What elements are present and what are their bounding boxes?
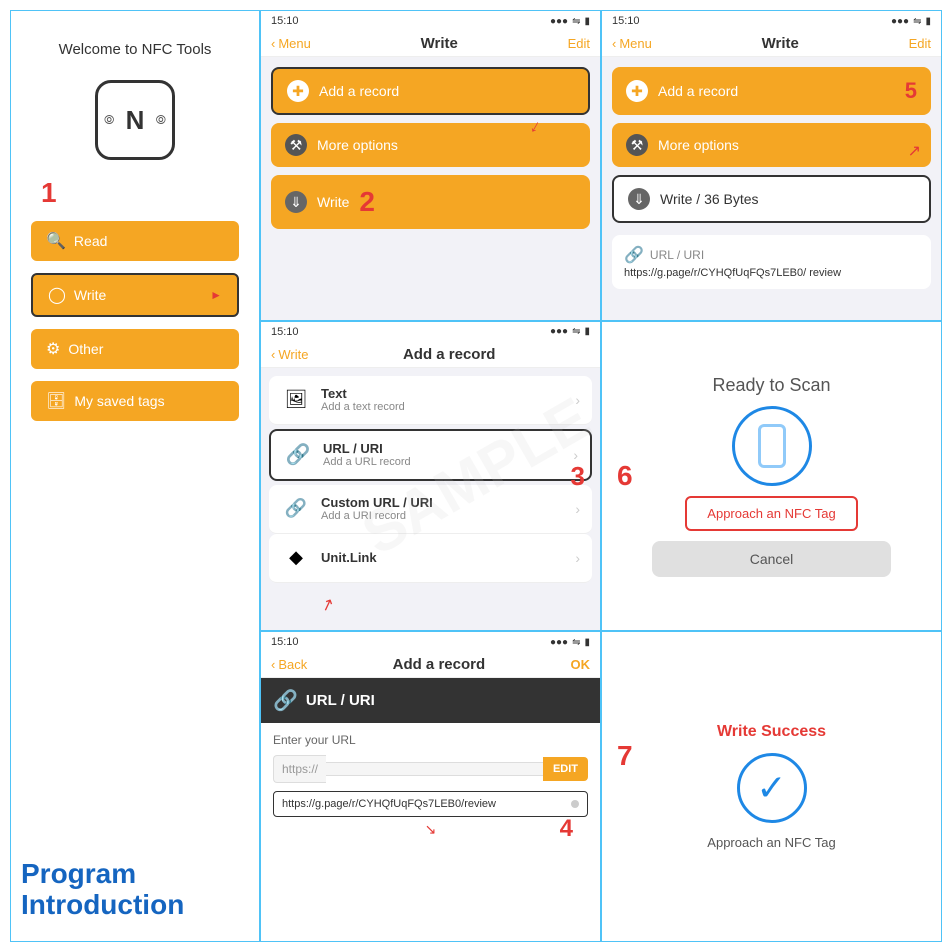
nav-bar-2: ‹ Menu Write Edit [261, 31, 600, 57]
cancel-btn[interactable]: Cancel [652, 541, 891, 577]
panel-welcome: Welcome to NFC Tools ⦾ N ⦾ 1 🔍 Read ◯ Wr… [10, 10, 260, 942]
status-bar-4: 15:10 ●●● ⇋ ▮ [261, 632, 600, 652]
custom-link-icon: 🔗 [281, 494, 311, 524]
write-bytes-screen: 15:10 ●●● ⇋ ▮ ‹ Menu Write Edit ✚ Add a … [602, 11, 941, 320]
link-icon-5: 🔗 [624, 245, 644, 265]
step-4-label: 4 [560, 815, 573, 843]
panel-ready-scan: 6 Ready to Scan Approach an NFC Tag Canc… [601, 321, 942, 632]
step-6-label: 6 [617, 460, 633, 492]
url-form: Enter your URL https:// EDIT https://g.p… [261, 723, 600, 848]
back-menu-2[interactable]: ‹ Menu [271, 36, 311, 51]
nav-bar-4: ‹ Back Add a record OK [261, 652, 600, 678]
other-icon: ⚙ [46, 339, 60, 359]
panel-write-success: 7 Write Success ✓ Approach an NFC Tag [601, 631, 942, 942]
download-icon-5: ⇓ [628, 188, 650, 210]
more-options-btn-2[interactable]: ⚒ More options [271, 123, 590, 167]
status-icons-4: ●●● ⇋ ▮ [550, 637, 590, 648]
arrow-3: ↗ [318, 594, 337, 617]
other-button[interactable]: ⚙ Other [31, 329, 239, 369]
more-options-btn-5[interactable]: ⚒ More options [612, 123, 931, 167]
main-grid: Welcome to NFC Tools ⦾ N ⦾ 1 🔍 Read ◯ Wr… [10, 10, 942, 942]
success-circle: ✓ [737, 753, 807, 823]
arrow-5: ↗ [908, 141, 921, 161]
status-icons-3: ●●● ⇋ ▮ [550, 326, 590, 337]
text-record-item[interactable]: 🖼 Text Add a text record › [269, 376, 592, 425]
status-bar-2: 15:10 ●●● ⇋ ▮ [261, 11, 600, 31]
phone-outline [758, 424, 786, 468]
nav-bar-5: ‹ Menu Write Edit [602, 31, 941, 57]
saved-tags-button[interactable]: 🗄 My saved tags [31, 381, 239, 421]
nav-bar-3: ‹ Write Add a record [261, 342, 600, 368]
write-btn-2[interactable]: ⇓ Write 2 [271, 175, 590, 229]
status-bar-5: 15:10 ●●● ⇋ ▮ [602, 11, 941, 31]
status-icons-2: ●●● ⇋ ▮ [550, 16, 590, 27]
write-bytes-content: ✚ Add a record 5 ⚒ More options ⇓ Write … [602, 57, 941, 320]
step-7-label: 7 [617, 740, 633, 772]
url-input-row: https:// EDIT [273, 755, 588, 783]
download-icon-2: ⇓ [285, 191, 307, 213]
read-button[interactable]: 🔍 Read [31, 221, 239, 261]
panel-add-record: 15:10 ●●● ⇋ ▮ ‹ Write Add a record 🖼 Tex… [260, 321, 601, 632]
status-icons-5: ●●● ⇋ ▮ [891, 16, 931, 27]
n-letter: N [126, 105, 145, 136]
custom-url-item[interactable]: 🔗 Custom URL / URI Add a URI record › [269, 485, 592, 534]
scan-circle [732, 406, 812, 486]
back-write-3[interactable]: ‹ Write [271, 347, 308, 362]
chevron-custom: › [575, 501, 580, 517]
url-record-item[interactable]: 🔗 URL / URI Add a URL record › [269, 429, 592, 481]
chevron-text: › [575, 392, 580, 408]
approach-nfc-btn[interactable]: Approach an NFC Tag [685, 496, 857, 531]
step-5-label: 5 [905, 78, 917, 104]
status-bar-3: 15:10 ●●● ⇋ ▮ [261, 322, 600, 342]
program-intro: ProgramIntroduction [21, 859, 184, 921]
write-arrow: ► [210, 288, 222, 302]
url-uri-record: 🔗 URL / URI https://g.page/r/CYHQfUqFQs7… [612, 235, 931, 289]
program-text: ProgramIntroduction [21, 859, 184, 921]
write-bytes-btn[interactable]: ⇓ Write / 36 Bytes [612, 175, 931, 223]
chevron-unit: › [575, 550, 580, 566]
unit-link-item[interactable]: ◆ Unit.Link › [269, 534, 592, 583]
write-screen-content: ✚ Add a record ⚒ More options ⇓ Write 2 … [261, 57, 600, 320]
link-icon-3: 🔗 [283, 440, 313, 470]
wrench-icon-5: ⚒ [626, 134, 648, 156]
panel-write: 15:10 ●●● ⇋ ▮ ‹ Menu Write Edit ✚ Add a … [260, 10, 601, 321]
panel-write-bytes: 15:10 ●●● ⇋ ▮ ‹ Menu Write Edit ✚ Add a … [601, 10, 942, 321]
add-record-phone-screen: 15:10 ●●● ⇋ ▮ ‹ Write Add a record 🖼 Tex… [261, 322, 600, 631]
panel-url-input: 15:10 ●●● ⇋ ▮ ‹ Back Add a record OK 🔗 U… [260, 631, 601, 942]
url-text-area [326, 762, 543, 776]
url-dark-header: 🔗 URL / URI [261, 678, 600, 723]
url-input-screen: 15:10 ●●● ⇋ ▮ ‹ Back Add a record OK 🔗 U… [261, 632, 600, 941]
write-icon: ◯ [48, 285, 66, 305]
nfc-icon: ⦾ N ⦾ [95, 80, 175, 160]
step-3-label: 3 [571, 461, 585, 492]
step-1-label: 1 [41, 177, 57, 209]
unit-link-icon: ◆ [281, 543, 311, 573]
add-icon-2: ✚ [287, 80, 309, 102]
add-record-btn-2[interactable]: ✚ Add a record [271, 67, 590, 115]
link-icon-4: 🔗 [273, 688, 298, 713]
saved-tags-icon: 🗄 [46, 391, 66, 411]
write-button[interactable]: ◯ Write ► [31, 273, 239, 317]
checkmark-icon: ✓ [756, 767, 786, 809]
write-phone-screen: 15:10 ●●● ⇋ ▮ ‹ Menu Write Edit ✚ Add a … [261, 11, 600, 320]
welcome-title: Welcome to NFC Tools [59, 41, 212, 58]
back-btn-4[interactable]: ‹ Back [271, 657, 307, 672]
add-icon-5: ✚ [626, 80, 648, 102]
wrench-icon-2: ⚒ [285, 134, 307, 156]
add-record-content: 🖼 Text Add a text record › 🔗 URL / URI A… [261, 368, 600, 631]
step-2-label: 2 [359, 186, 375, 218]
read-icon: 🔍 [46, 231, 66, 251]
add-record-btn-5[interactable]: ✚ Add a record 5 [612, 67, 931, 115]
text-doc-icon: 🖼 [281, 385, 311, 415]
back-menu-5[interactable]: ‹ Menu [612, 36, 652, 51]
